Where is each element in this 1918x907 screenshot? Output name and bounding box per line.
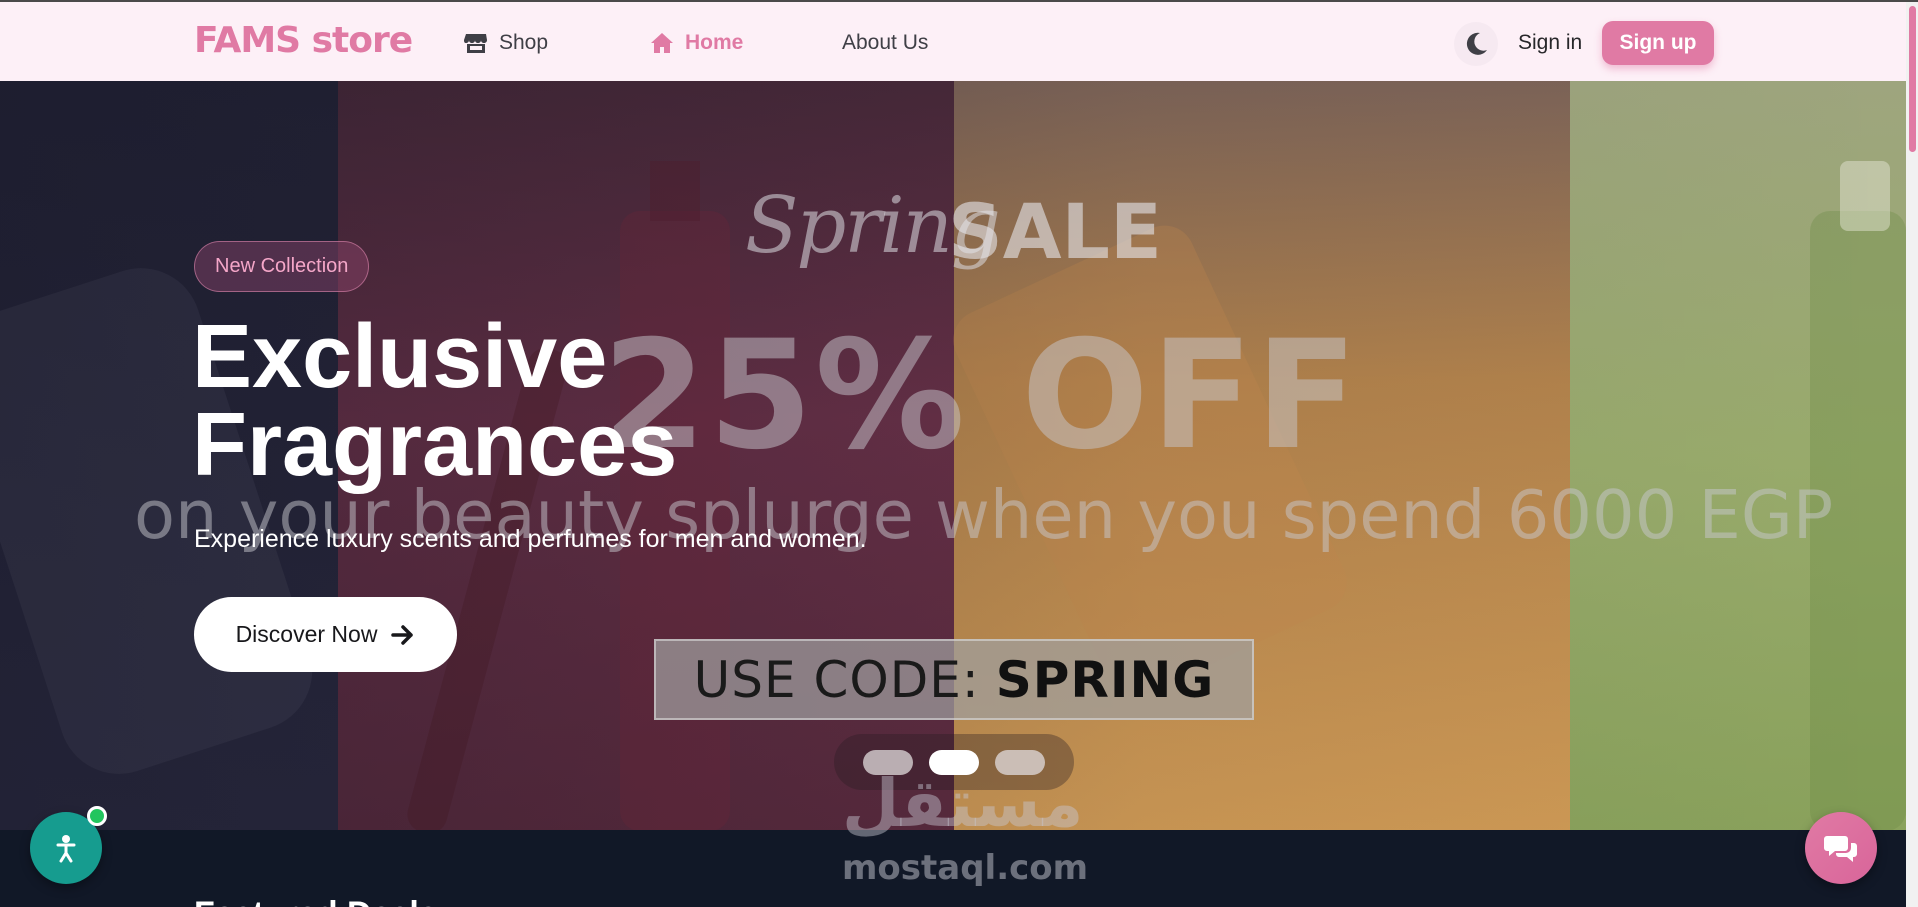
banner-sale-text: SALE <box>948 187 1162 276</box>
watermark-text: mostaql.com <box>842 848 1089 888</box>
chat-icon <box>1824 836 1857 862</box>
nav-link-shop[interactable]: Shop <box>464 31 548 55</box>
watermark-arabic: مستقل <box>842 765 1084 842</box>
nav-link-label: Shop <box>499 31 549 54</box>
discover-now-button[interactable]: Discover Now <box>194 597 457 672</box>
nav-link-label: Home <box>685 31 744 54</box>
hero-title-line: Exclusive <box>192 307 608 407</box>
theme-toggle-button[interactable] <box>1454 22 1498 66</box>
arrow-right-icon <box>391 624 414 645</box>
nav-link-home[interactable]: Home <box>650 31 743 55</box>
home-icon <box>651 33 673 53</box>
signup-button[interactable]: Sign up <box>1602 21 1714 65</box>
moon-icon <box>1466 32 1487 55</box>
nav-link-label: About Us <box>842 31 929 54</box>
collection-badge: New Collection <box>194 241 370 292</box>
accessibility-icon <box>56 835 76 863</box>
online-status-indicator <box>87 806 107 826</box>
cta-label: Discover Now <box>235 621 378 647</box>
store-icon <box>464 34 487 53</box>
section-title: Featured Deals <box>194 895 438 907</box>
navbar: FAMS store Shop Home About Us Sign in Si… <box>0 2 1906 81</box>
promo-code-label: USE CODE: <box>693 650 980 709</box>
brand-logo[interactable]: FAMS store <box>194 20 413 61</box>
hero-carousel: Spring SALE 25% OFF on your beauty splur… <box>0 81 1906 830</box>
promo-code-box: USE CODE: SPRING <box>654 639 1254 720</box>
nav-link-about[interactable]: About Us <box>842 31 928 55</box>
chat-button[interactable] <box>1805 812 1877 884</box>
hero-title: Exclusive Fragrances <box>192 307 892 495</box>
hero-subtitle: Experience luxury scents and perfumes fo… <box>194 525 867 553</box>
hero-title-line: Fragrances <box>192 395 678 495</box>
promo-code-value: SPRING <box>995 650 1215 709</box>
signin-link[interactable]: Sign in <box>1518 31 1582 55</box>
scrollbar-thumb[interactable] <box>1909 6 1916 152</box>
